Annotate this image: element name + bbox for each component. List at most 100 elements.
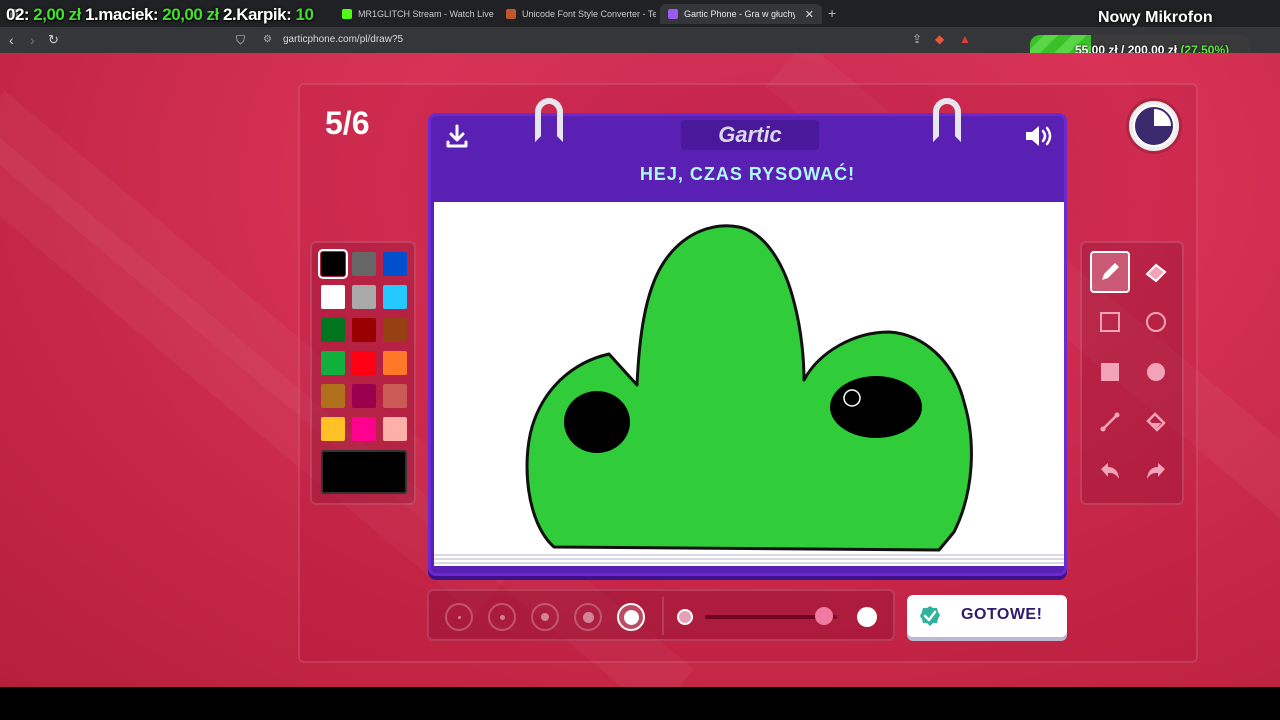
binder-ring bbox=[535, 98, 563, 142]
left-eye-drawing bbox=[564, 391, 630, 453]
color-swatch[interactable] bbox=[318, 249, 348, 279]
tool-panel bbox=[1080, 241, 1184, 505]
color-swatch[interactable] bbox=[383, 252, 407, 276]
ellipse-outline-tool[interactable] bbox=[1136, 301, 1176, 343]
brush-size-2[interactable] bbox=[488, 603, 516, 631]
tab-label: Unicode Font Style Converter - TextF bbox=[522, 9, 656, 19]
notebook-pages bbox=[434, 552, 1064, 566]
volume-icon[interactable] bbox=[1024, 124, 1054, 148]
undo-icon bbox=[1101, 463, 1119, 479]
letterbox-bar bbox=[0, 687, 1280, 720]
color-swatch[interactable] bbox=[321, 351, 345, 375]
brush-size-4[interactable] bbox=[574, 603, 602, 631]
color-swatch[interactable] bbox=[352, 285, 376, 309]
line-tool[interactable] bbox=[1090, 401, 1130, 443]
draw-prompt-headline: HEJ, CZAS RYSOWAĆ! bbox=[639, 164, 856, 184]
right-eye-drawing bbox=[830, 376, 922, 438]
drawing-svg bbox=[525, 224, 973, 552]
color-swatch[interactable] bbox=[321, 384, 345, 408]
color-swatch[interactable] bbox=[352, 252, 376, 276]
site-settings-icon[interactable]: ⚙ bbox=[263, 34, 272, 45]
binder-ring bbox=[933, 98, 961, 142]
donor-name: 2.Karpik: bbox=[218, 5, 296, 24]
brush-size-5[interactable] bbox=[617, 603, 645, 631]
donor-name: 1.maciek: bbox=[80, 5, 163, 24]
bucket-icon bbox=[1146, 412, 1166, 432]
pen-tool[interactable] bbox=[1090, 251, 1130, 293]
donor-prefix: 02: bbox=[6, 5, 34, 24]
square-filled-icon bbox=[1101, 363, 1119, 381]
brush-size-dot bbox=[457, 615, 461, 619]
drawing-canvas[interactable] bbox=[434, 202, 1064, 552]
checkmark-badge-icon bbox=[920, 606, 940, 626]
browser-tab[interactable]: MR1GLITCH Stream - Watch Live on bbox=[334, 4, 494, 24]
opacity-high-icon bbox=[857, 607, 877, 627]
brush-size-1[interactable] bbox=[445, 603, 473, 631]
new-tab-button[interactable]: + bbox=[828, 5, 836, 21]
tab-favicon-icon bbox=[668, 9, 678, 19]
ellipse-fill-tool[interactable] bbox=[1136, 351, 1176, 393]
brush-settings-bar bbox=[427, 589, 895, 641]
browser-tab[interactable]: Unicode Font Style Converter - TextF bbox=[498, 4, 656, 24]
color-swatch[interactable] bbox=[383, 417, 407, 441]
download-icon[interactable] bbox=[445, 124, 469, 148]
opacity-slider-handle[interactable] bbox=[814, 607, 833, 625]
color-swatch[interactable] bbox=[352, 318, 376, 342]
donor-amount: 20,00 zł bbox=[162, 5, 219, 24]
eraser-icon bbox=[1145, 263, 1167, 283]
back-icon[interactable]: ‹ bbox=[9, 32, 14, 48]
done-button[interactable]: GOTOWE! bbox=[907, 595, 1067, 637]
redo-button[interactable] bbox=[1136, 451, 1176, 493]
brush-size-dot bbox=[582, 611, 594, 623]
color-swatch[interactable] bbox=[383, 351, 407, 375]
round-counter: 5/6 bbox=[325, 105, 370, 141]
redo-icon bbox=[1147, 463, 1165, 479]
rewards-icon[interactable]: ▲ bbox=[959, 32, 971, 46]
mic-goal-title: Nowy Mikrofon bbox=[1098, 9, 1213, 26]
url-field[interactable]: garticphone.com/pl/draw?5 bbox=[283, 34, 403, 45]
opacity-slider-fill bbox=[705, 615, 824, 619]
tab-label: Gartic Phone - Gra w głuchy tele bbox=[684, 9, 795, 19]
color-swatch[interactable] bbox=[321, 417, 345, 441]
divider bbox=[662, 597, 664, 635]
current-color-preview bbox=[321, 450, 407, 494]
color-swatch[interactable] bbox=[352, 351, 376, 375]
drawing-notebook: Gartic HEJ, CZAS RYSOWAĆ! bbox=[428, 98, 1067, 576]
line-icon bbox=[1100, 412, 1120, 432]
eraser-tool[interactable] bbox=[1136, 251, 1176, 293]
brush-size-dot bbox=[541, 613, 549, 621]
donor-ticker: 02: 2,00 zł 1.maciek: 20,00 zł 2.Karpik:… bbox=[6, 5, 314, 25]
color-swatch[interactable] bbox=[383, 384, 407, 408]
done-button-label: GOTOWE! bbox=[961, 606, 1043, 623]
rect-outline-tool[interactable] bbox=[1090, 301, 1130, 343]
gartic-logo: Gartic bbox=[718, 122, 782, 147]
color-swatch[interactable] bbox=[383, 285, 407, 309]
bookmark-icon[interactable]: ⛉ bbox=[236, 33, 245, 48]
brush-size-dot bbox=[499, 614, 505, 620]
color-swatch[interactable] bbox=[352, 417, 376, 441]
tab-label: MR1GLITCH Stream - Watch Live on bbox=[358, 9, 494, 19]
tab-favicon-icon bbox=[506, 9, 516, 19]
brush-size-dot bbox=[623, 609, 639, 625]
color-palette bbox=[310, 241, 416, 505]
rect-fill-tool[interactable] bbox=[1090, 351, 1130, 393]
undo-button[interactable] bbox=[1090, 451, 1130, 493]
fill-tool[interactable] bbox=[1136, 401, 1176, 443]
color-swatch[interactable] bbox=[383, 318, 407, 342]
circle-filled-icon bbox=[1147, 363, 1165, 381]
timer-icon bbox=[1129, 101, 1179, 151]
brush-size-3[interactable] bbox=[531, 603, 559, 631]
logo-plate: Gartic bbox=[681, 120, 819, 150]
color-swatch[interactable] bbox=[321, 285, 345, 309]
forward-icon[interactable]: › bbox=[30, 32, 35, 48]
tab-close-icon[interactable]: ✕ bbox=[805, 8, 814, 21]
reload-icon[interactable]: ↻ bbox=[48, 32, 59, 48]
square-outline-icon bbox=[1100, 312, 1120, 332]
browser-tab-active[interactable]: Gartic Phone - Gra w głuchy tele ✕ bbox=[660, 4, 822, 24]
tab-favicon-icon bbox=[342, 9, 352, 19]
color-swatch[interactable] bbox=[321, 318, 345, 342]
color-swatch[interactable] bbox=[352, 384, 376, 408]
gartic-page: 5/6 Gartic HEJ, CZAS RYSOWAĆ! GOTOWE! bbox=[0, 53, 1280, 687]
brave-shield-icon[interactable]: ◆ bbox=[935, 32, 944, 46]
share-icon[interactable]: ⇪ bbox=[912, 32, 922, 46]
